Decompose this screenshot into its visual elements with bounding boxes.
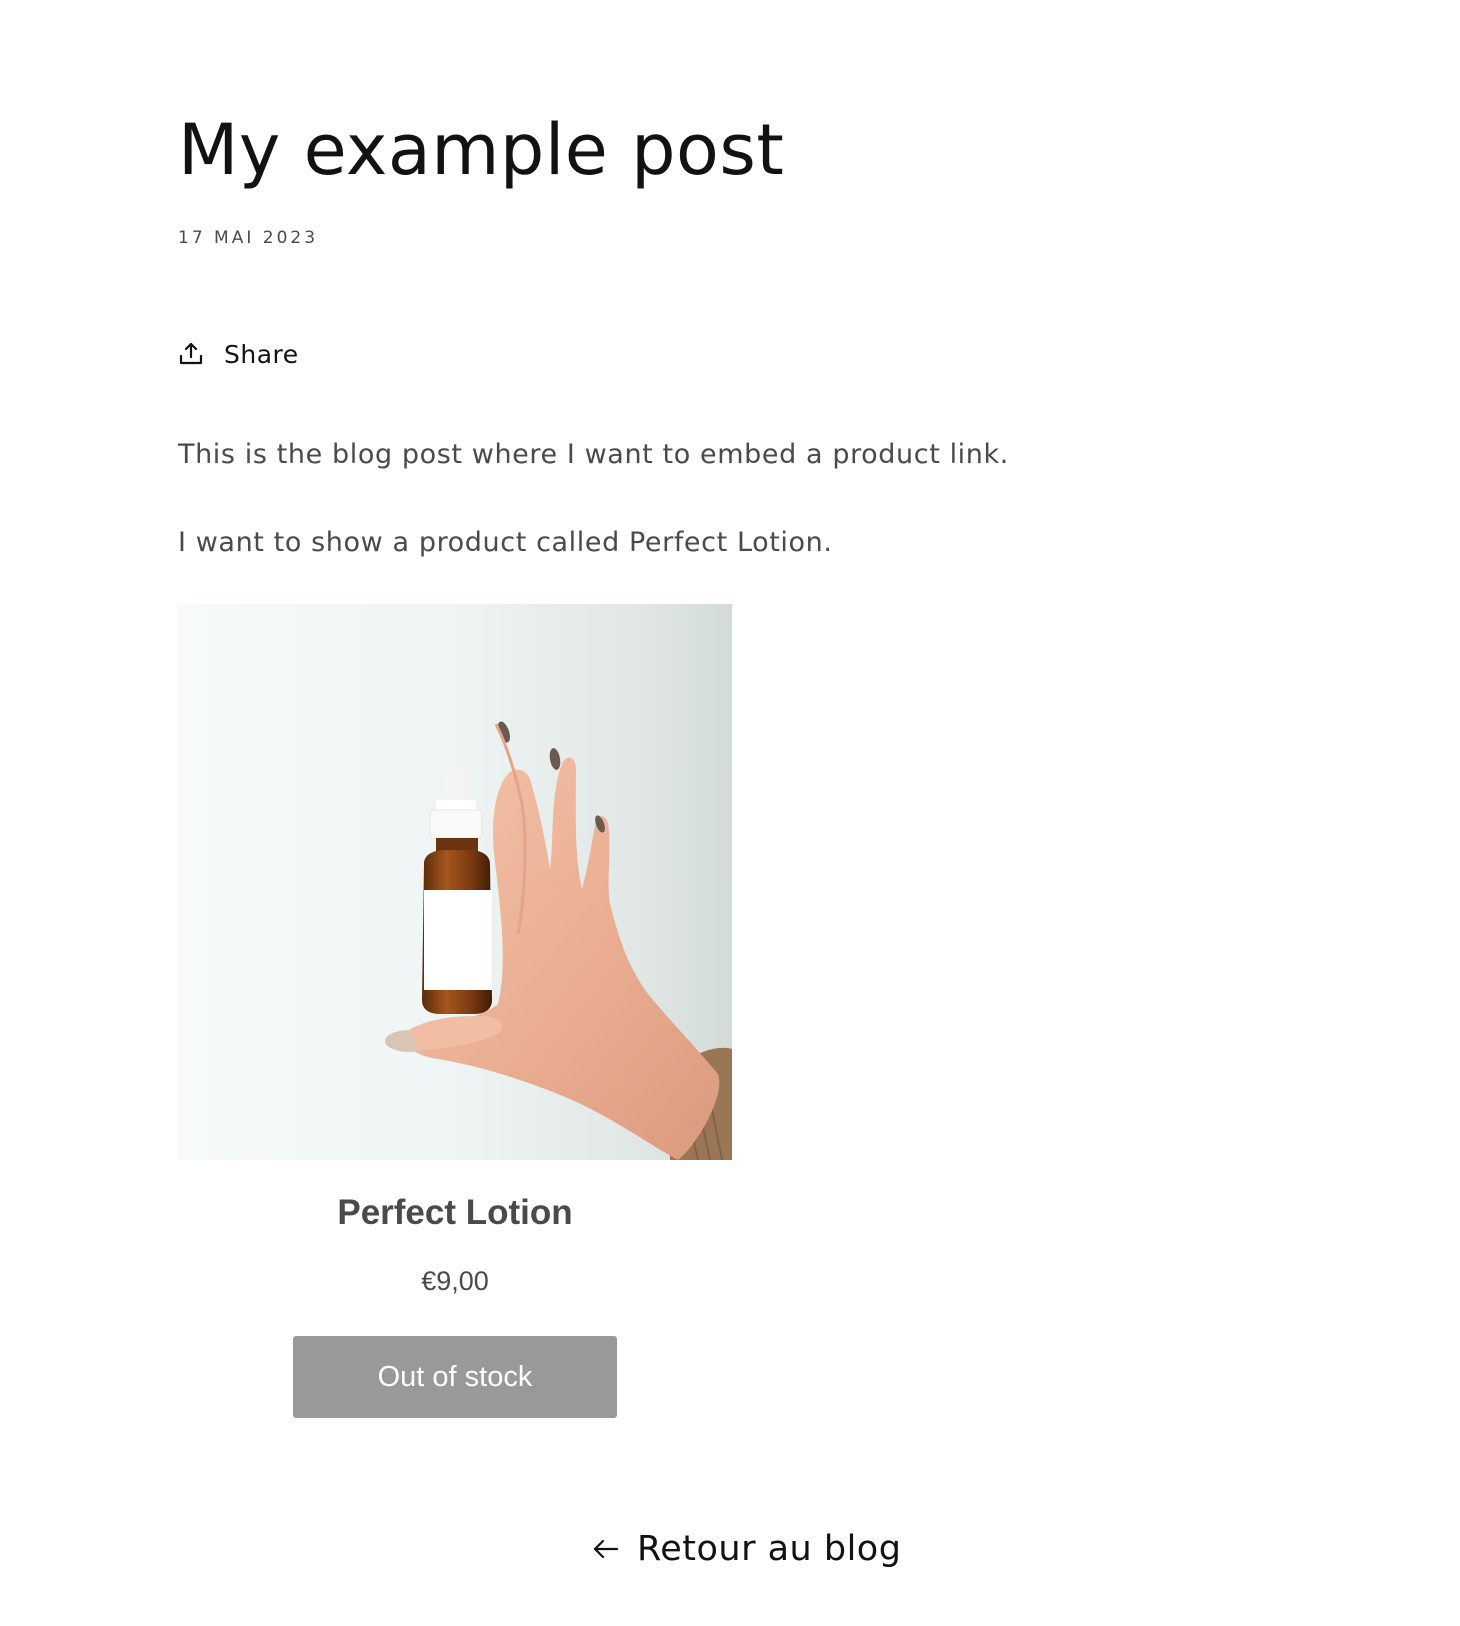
product-title[interactable]: Perfect Lotion [178, 1190, 732, 1236]
body-paragraph: This is the blog post where I want to em… [178, 439, 1009, 470]
share-button[interactable]: Share [178, 336, 299, 372]
product-price: €9,00 [421, 1266, 489, 1296]
out-of-stock-button[interactable]: Out of stock [293, 1336, 617, 1418]
back-to-blog-label: Retour au blog [637, 1529, 902, 1569]
product-image-link[interactable] [178, 604, 732, 1160]
back-to-blog-link[interactable]: Retour au blog [593, 1526, 901, 1572]
product-card: Perfect Lotion €9,00 Out of stock [178, 604, 732, 1418]
share-label: Share [224, 339, 299, 369]
post-date: 17 MAI 2023 [178, 228, 319, 248]
body-paragraph: I want to show a product called Perfect … [178, 527, 833, 558]
product-image [178, 604, 732, 1160]
share-icon [178, 341, 204, 367]
page-title: My example post [178, 109, 785, 191]
arrow-left-icon [593, 1538, 619, 1560]
